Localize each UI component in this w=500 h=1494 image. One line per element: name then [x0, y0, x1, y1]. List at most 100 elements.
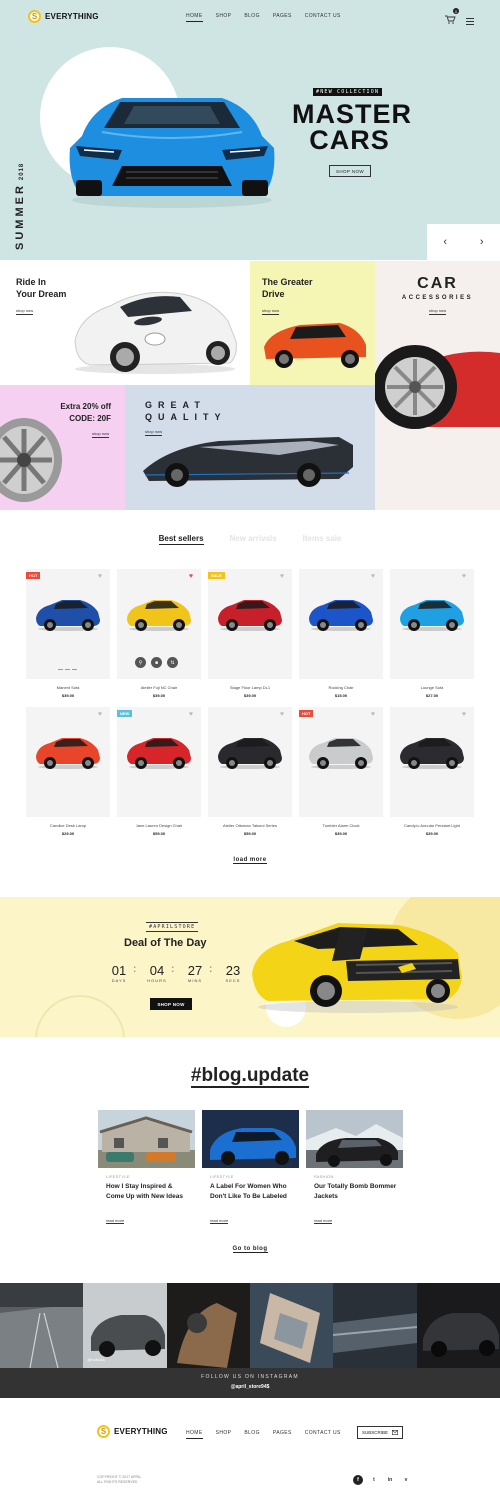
deal-tag: #APRILSTORE — [146, 922, 199, 932]
nav-pages[interactable]: PAGES — [273, 13, 292, 22]
nav-blog[interactable]: BLOG — [244, 13, 260, 22]
product-card[interactable]: ♥ Atelier Ottoman Takumi Series $59.00 — [208, 707, 292, 836]
product-car-image — [400, 600, 464, 631]
add-to-cart-icon[interactable]: ■ — [151, 657, 162, 668]
footer-logo[interactable]: S EVERYTHING — [97, 1425, 168, 1438]
product-name[interactable]: Jane Lauren Design Chair — [117, 823, 201, 828]
blog-post-card[interactable]: LIFESTYLE A Label For Women Who Don't Li… — [202, 1110, 299, 1232]
image-pagination-dots[interactable] — [58, 669, 77, 670]
promo-ride-in-your-dream[interactable]: Ride In Your Dream shop now — [0, 261, 250, 385]
footer-nav-blog[interactable]: BLOG — [244, 1430, 260, 1439]
logo[interactable]: S EVERYTHING — [28, 10, 99, 23]
blog-post-title[interactable]: Our Totally Bomb Bommer Jackets — [314, 1182, 398, 1202]
promo-accessories-shop-link[interactable]: shop now — [429, 308, 447, 315]
cart-button[interactable]: 0 — [445, 8, 459, 29]
product-card[interactable]: ♥ Lounge Sofa $27.00 — [390, 569, 474, 698]
instagram-photo[interactable] — [333, 1283, 417, 1368]
deal-shop-now-button[interactable]: SHOP NOW — [150, 998, 192, 1010]
promo-great-quality[interactable]: GREAT QUALITY shop now — [125, 385, 375, 510]
product-card[interactable]: ♥ Candy.io Annular Pendant Light $39.00 — [390, 707, 474, 836]
logo-mark: S — [28, 10, 41, 23]
promo-greater-drive[interactable]: The Greater Drive shop now — [250, 261, 375, 385]
linkedin-icon[interactable]: in — [385, 1475, 395, 1485]
wishlist-heart-icon[interactable]: ♥ — [189, 711, 193, 718]
blog-post-card[interactable]: FASHION Our Totally Bomb Bommer Jackets … — [306, 1110, 403, 1232]
product-car-image — [309, 600, 373, 631]
nav-contact[interactable]: CONTACT US — [305, 13, 341, 22]
product-name[interactable]: Tumbler Alarm Clock — [299, 823, 383, 828]
wishlist-heart-icon[interactable]: ♥ — [371, 573, 375, 580]
instagram-photo[interactable]: @nobu14 — [83, 1283, 167, 1368]
instagram-photo[interactable] — [166, 1283, 250, 1368]
instagram-photo[interactable] — [0, 1283, 84, 1368]
promo-extra-line1: Extra 20% off — [60, 402, 111, 411]
nav-shop[interactable]: SHOP — [216, 13, 232, 22]
promo-extra-discount[interactable]: Extra 20% off CODE: 20F shop now — [0, 385, 125, 510]
prev-arrow-icon[interactable]: ‹ — [427, 224, 464, 260]
promo-car-accessories[interactable]: CAR ACCESSORIES shop now — [375, 261, 500, 510]
footer-nav: HOME SHOP BLOG PAGES CONTACT US — [186, 1430, 341, 1439]
hero-banner: S EVERYTHING HOME SHOP BLOG PAGES CONTAC… — [0, 0, 500, 260]
footer-nav-home[interactable]: HOME — [186, 1430, 203, 1439]
wishlist-heart-icon[interactable]: ♥ — [98, 711, 102, 718]
blog-read-more-link[interactable]: read more — [314, 1218, 333, 1224]
blog-post-card[interactable]: LIFESTYLE How I Stay Inspired & Come Up … — [98, 1110, 195, 1232]
go-to-blog-link[interactable]: Go to blog — [0, 1246, 500, 1253]
vimeo-icon[interactable]: v — [401, 1475, 411, 1485]
quick-view-icon[interactable]: ⚲ — [135, 657, 146, 668]
blog-post-title[interactable]: A Label For Women Who Don't Like To Be L… — [210, 1182, 294, 1202]
wishlist-heart-icon[interactable]: ♥ — [462, 711, 466, 718]
hero-car-image — [69, 98, 275, 208]
promo-accessories-subtitle: ACCESSORIES — [401, 295, 474, 301]
promo-ride-shop-link[interactable]: shop now — [16, 308, 34, 315]
footer-nav-pages[interactable]: PAGES — [273, 1430, 292, 1439]
footer-nav-shop[interactable]: SHOP — [216, 1430, 232, 1439]
product-card[interactable]: ♥ Rocking Chair $15.00 — [299, 569, 383, 698]
instagram-photo[interactable] — [416, 1283, 500, 1368]
compare-icon[interactable]: ⇅ — [167, 657, 178, 668]
product-card[interactable]: HOT ♥ Manent Sofa $39.00 — [26, 569, 110, 698]
next-arrow-icon[interactable]: › — [464, 224, 500, 260]
tab-items-sale[interactable]: Items sale — [303, 534, 342, 545]
wishlist-heart-icon[interactable]: ♥ — [462, 573, 466, 580]
product-name[interactable]: Atelier Fuji NC Chair — [117, 685, 201, 690]
blog-read-more-link[interactable]: read more — [106, 1218, 125, 1224]
instagram-handle-link[interactable]: @april_store94$ — [0, 1384, 500, 1390]
main-nav: HOME SHOP BLOG PAGES CONTACT US — [186, 13, 341, 22]
product-name[interactable]: Rocking Chair — [299, 685, 383, 690]
promo-extra-shop-link[interactable]: shop now — [92, 431, 110, 438]
product-card[interactable]: SALE ♥ Stage Floor Lamp DL1 $39.00 — [208, 569, 292, 698]
hero-shop-now-button[interactable]: SHOP NOW — [329, 165, 371, 177]
facebook-icon[interactable]: f — [353, 1475, 363, 1485]
product-name[interactable]: Manent Sofa — [26, 685, 110, 690]
wishlist-heart-icon[interactable]: ♥ — [280, 711, 284, 718]
promo-car-title: CAR — [417, 275, 458, 292]
product-card[interactable]: HOT ♥ Tumbler Alarm Clock $39.00 — [299, 707, 383, 836]
copyright: COPYRIGHT © 2017 APRIL. ALL RIGHTS RESER… — [97, 1475, 142, 1485]
wishlist-heart-icon[interactable]: ♥ — [98, 573, 102, 580]
tab-new-arrivals[interactable]: New arrivals — [230, 534, 277, 545]
product-card[interactable]: ♥ ⚲ ■ ⇅ Atelier Fuji NC Chair $39.00 — [117, 569, 201, 698]
subscribe-button[interactable]: SUBSCRIBE — [357, 1426, 403, 1439]
product-name[interactable]: Lounge Sofa — [390, 685, 474, 690]
product-card[interactable]: ♥ Candice Desk Lamp $29.00 — [26, 707, 110, 836]
countdown-mins-value: 27 — [187, 963, 203, 978]
footer-nav-contact[interactable]: CONTACT US — [305, 1430, 341, 1439]
product-name[interactable]: Candy.io Annular Pendant Light — [390, 823, 474, 828]
tab-best-sellers[interactable]: Best sellers — [158, 534, 204, 545]
blog-read-more-link[interactable]: read more — [210, 1218, 229, 1224]
twitter-icon[interactable]: t — [369, 1475, 379, 1485]
wishlist-heart-icon[interactable]: ♥ — [280, 573, 284, 580]
product-name[interactable]: Candice Desk Lamp — [26, 823, 110, 828]
blog-post-title[interactable]: How I Stay Inspired & Come Up with New I… — [106, 1182, 190, 1202]
wishlist-heart-icon[interactable]: ♥ — [189, 573, 193, 580]
product-name[interactable]: Stage Floor Lamp DL1 — [208, 685, 292, 690]
promo-great-text: GREAT — [145, 400, 206, 410]
product-card[interactable]: NEW ♥ Jane Lauren Design Chair $59.00 — [117, 707, 201, 836]
wishlist-heart-icon[interactable]: ♥ — [371, 711, 375, 718]
load-more-link[interactable]: load more — [0, 857, 500, 864]
product-name[interactable]: Atelier Ottoman Takumi Series — [208, 823, 292, 828]
instagram-photo[interactable] — [249, 1283, 334, 1368]
nav-home[interactable]: HOME — [186, 13, 203, 22]
menu-button[interactable] — [466, 12, 474, 30]
